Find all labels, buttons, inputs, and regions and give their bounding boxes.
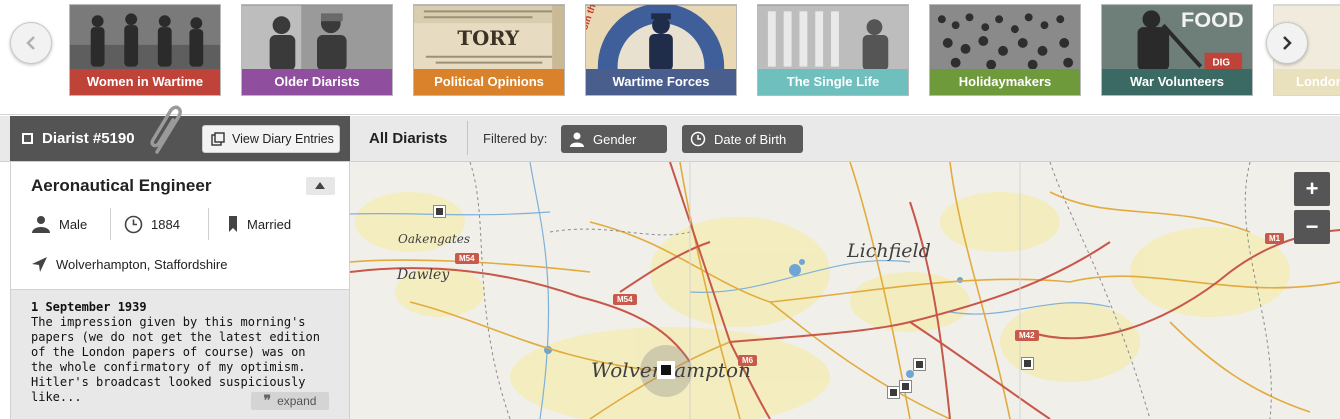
zoom-in-button[interactable]: + [1294,172,1330,206]
topic-older-diarists[interactable]: Older Diarists [241,4,393,96]
map-view[interactable]: Oakengates Dawley Lichfield Wolverhampto… [350,162,1340,419]
carousel-next-button[interactable] [1266,22,1308,64]
topic-war-volunteers[interactable]: FOOD DIG War Volunteers [1101,4,1253,96]
divider [110,208,111,240]
occupation-heading: Aeronautical Engineer [31,176,212,195]
holidaymakers-image [930,5,1080,71]
topic-label: The Single Life [758,69,908,95]
divider [467,121,468,155]
women-in-wartime-image [70,5,220,71]
diarist-marker[interactable] [434,206,445,217]
topic-label: Political Opinions [414,69,564,95]
road-badge: M6 [738,355,758,366]
expand-label: expand [277,394,317,408]
topic-label: War Volunteers [1102,69,1252,95]
diarist-marker[interactable] [914,359,925,370]
filtered-by-label: Filtered by: [483,131,548,146]
expand-button[interactable]: ❞ expand [251,392,329,410]
filter-chip-label: Gender [593,131,637,147]
select-checkbox[interactable] [22,133,33,144]
diarist-marker[interactable] [1022,358,1033,369]
person-icon [570,132,584,147]
svg-text:TORY: TORY [457,26,520,50]
zoom-out-button[interactable]: − [1294,210,1330,244]
location-attribute: Wolverhampton, Staffordshire [31,256,228,273]
view-diary-entries-label: View Diary Entries [232,132,334,146]
topic-women-in-wartime[interactable]: Women in Wartime [69,4,221,96]
birth-year-attribute: 1884 [124,208,180,240]
road-badge: M54 [613,294,637,305]
gender-value: Male [59,216,88,232]
older-diarists-image [242,5,392,71]
chevron-right-icon [1283,36,1292,50]
location-value: Wolverhampton, Staffordshire [56,257,228,272]
collapse-button[interactable] [306,177,335,195]
topic-label: Wartime Forces [586,69,736,95]
topic-wartime-forces[interactable]: Join the R.A.F. Wartime Forces [585,4,737,96]
copy-icon [211,132,225,146]
all-diarists-link[interactable]: All Diarists [369,116,447,161]
topic-label: London [1274,69,1340,95]
marital-status-value: Married [247,216,292,232]
political-opinions-image: TORY [414,5,564,71]
chevron-left-icon [26,36,35,50]
clock-icon [124,215,143,233]
marital-status-attribute: Married [227,208,291,240]
wartime-forces-image: Join the R.A.F. [586,5,736,71]
topic-holidaymakers[interactable]: Holidaymakers [929,4,1081,96]
gender-attribute: Male [31,208,87,240]
divider [208,208,209,240]
diarist-title: Diarist #5190 [42,130,135,147]
road-badge: M54 [455,253,479,264]
filter-chip-gender[interactable]: Gender [561,125,667,153]
view-diary-entries-button[interactable]: View Diary Entries [202,125,340,153]
the-single-life-image [758,5,908,71]
clock-icon [690,131,706,147]
app-root: Women in Wartime Older Diarists TORY Pol… [0,0,1340,419]
place-label: Lichfield [847,240,931,262]
svg-text:FOOD: FOOD [1181,7,1244,32]
birth-year-value: 1884 [151,216,180,232]
topic-label: Women in Wartime [70,69,220,95]
carousel-prev-button[interactable] [10,22,52,64]
filter-chip-date-of-birth[interactable]: Date of Birth [682,125,803,153]
location-arrow-icon [32,257,47,272]
diarist-panel: Aeronautical Engineer Male 1884 Married [10,162,350,419]
diarist-marker[interactable] [900,381,911,392]
topic-political-opinions[interactable]: TORY Political Opinions [413,4,565,96]
selected-diarist-marker[interactable] [659,363,673,377]
bookmark-icon [229,216,237,232]
person-icon [32,216,50,233]
place-label: Oakengates [398,232,471,246]
topic-the-single-life[interactable]: The Single Life [757,4,909,96]
diarist-marker[interactable] [888,387,899,398]
topic-label: Holidaymakers [930,69,1080,95]
place-label: Dawley [397,267,450,283]
diary-entry-preview: 1 September 1939 The impression given by… [11,289,349,419]
war-volunteers-image: FOOD DIG [1102,5,1252,71]
entry-date: 1 September 1939 [31,300,147,314]
filter-chip-label: Date of Birth [714,131,787,147]
paperclip-icon [150,105,182,154]
map-base [350,162,1340,419]
quote-icon: ❞ [263,393,272,409]
topic-label: Older Diarists [242,69,392,95]
road-badge: M1 [1265,233,1285,244]
topic-carousel: Women in Wartime Older Diarists TORY Pol… [0,0,1340,115]
road-badge: M42 [1015,330,1039,341]
svg-text:DIG: DIG [1213,58,1231,69]
